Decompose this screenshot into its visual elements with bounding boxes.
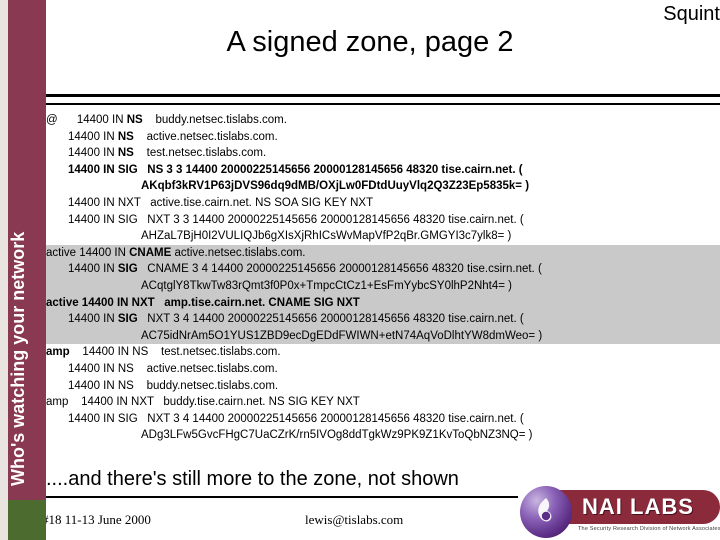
zone-record-line: 14400 IN NS test.netsec.tislabs.com. [38, 145, 720, 162]
logo-tagline: The Security Research Division of Networ… [578, 526, 720, 532]
zone-record-segment: AKqbf3kRV1P63jDVS96dq9dMB/OXjLw0FDtdUuyV… [141, 180, 530, 193]
zone-record-line: 14400 IN SIG NS 3 3 14400 20000225145656… [38, 162, 720, 179]
sidebar-vertical-title: Who's watching your network [8, 231, 28, 486]
zone-record-segment: 14400 IN SIG NS 3 3 14400 20000225145656… [68, 163, 523, 176]
zone-record-line: 14400 IN NS active.netsec.tislabs.com. [38, 361, 720, 378]
zone-record-line: ADg3LFw5GvcFHgC7UaCZrK/rn5IVOg8ddTgkWz9P… [38, 427, 720, 444]
zone-record-line: AC75idNrAm5O1YUS1ZBD9ecDgEDdFWIWN+etN74A… [38, 327, 720, 345]
zone-record-segment: buddy.netsec.tislabs.com. [142, 114, 287, 126]
zone-record-line: 14400 IN NXT active.tise.cairn.net. NS S… [38, 195, 720, 212]
bottom-left-accent-block [0, 500, 46, 540]
zone-record-line: active 14400 IN CNAME active.netsec.tisl… [38, 244, 720, 262]
zone-record-segment: NS [117, 130, 134, 143]
zone-record-line: amp 14400 IN NS test.netsec.tislabs.com. [38, 344, 720, 361]
title-divider [38, 94, 720, 105]
corner-annotation: Squint [663, 3, 720, 25]
zone-record-line: 14400 IN SIG NXT 3 3 14400 2000022514565… [38, 212, 720, 229]
logo-plate: NAI LABS [560, 490, 720, 524]
zone-record-segment: NXT 3 4 14400 20000225145656 20000128145… [137, 313, 524, 326]
zone-record-line: @ 14400 IN NS buddy.netsec.tislabs.com. [38, 112, 720, 129]
closing-note: ....and there's still more to the zone, … [46, 468, 459, 490]
zone-record-segment: 14400 IN [68, 147, 118, 160]
zone-record-segment: NS [117, 147, 134, 160]
zone-record-segment: 14400 IN [68, 263, 118, 276]
zone-record-segment: ADg3LFw5GvcFHgC7UaCZrK/rn5IVOg8ddTgkWz9P… [141, 429, 533, 442]
nai-labs-logo: NAI LABS The Security Research Division … [520, 486, 720, 538]
logo-flame-icon [538, 498, 552, 522]
zone-record-segment: NS [126, 114, 143, 126]
logo-wordmark: NAI LABS [582, 494, 694, 519]
zone-record-segment: active 14400 IN [46, 246, 130, 259]
zone-record-segment: AHZaL7BjH0I2VULIQJb6gXIsXjRhICsWvMapVfP2… [141, 230, 512, 243]
zone-record-line: amp 14400 IN NXT buddy.tise.cairn.net. N… [38, 394, 720, 411]
zone-record-segment: 14400 IN NS active.netsec.tislabs.com. [68, 362, 278, 375]
zone-record-segment: 14400 IN NS buddy.netsec.tislabs.com. [68, 379, 279, 392]
zone-record-segment: SIG [117, 313, 138, 326]
zone-record-segment: amp 14400 IN NXT buddy.tise.cairn.net. N… [46, 396, 360, 409]
zone-record-segment: 14400 IN NS test.netsec.tislabs.com. [69, 346, 281, 359]
footer-divider [38, 496, 518, 498]
zone-record-line: 14400 IN SIG NXT 3 4 14400 2000022514565… [38, 411, 720, 428]
logo-orb-icon [520, 486, 572, 538]
zone-record-segment: active.netsec.tislabs.com. [171, 246, 306, 259]
zone-record-segment: 14400 IN NXT active.tise.cairn.net. NS S… [68, 196, 374, 209]
zone-record-segment: active.netsec.tislabs.com. [133, 130, 278, 143]
footer-email: lewis@tislabs.com [305, 512, 404, 527]
zone-record-segment: 14400 IN SIG NXT 3 4 14400 2000022514565… [68, 412, 524, 425]
zone-file-listing: @ 14400 IN NS buddy.netsec.tislabs.com. 1… [38, 112, 720, 470]
zone-record-line: 14400 IN NS active.netsec.tislabs.com. [38, 129, 720, 146]
zone-record-line: ACqtglY8TkwTw83rQmt3f0P0x+TmpcCtCz1+EsFm… [38, 277, 720, 295]
zone-record-segment: 14400 IN SIG NXT 3 3 14400 2000022514565… [68, 213, 524, 226]
zone-record-line: 14400 IN SIG NXT 3 4 14400 2000022514565… [38, 311, 720, 328]
zone-record-segment: AC75idNrAm5O1YUS1ZBD9ecDgEDdFWIWN+etN74A… [141, 329, 543, 342]
zone-record-segment: amp [46, 346, 70, 359]
zone-record-segment: CNAME 3 4 14400 20000225145656 200001281… [137, 263, 542, 276]
zone-record-line: AKqbf3kRV1P63jDVS96dq9dMB/OXjLw0FDtdUuyV… [38, 178, 720, 195]
zone-record-segment: test.netsec.tislabs.com. [133, 147, 267, 160]
zone-record-segment: CNAME [129, 246, 172, 259]
zone-record-segment: @ 14400 IN [46, 114, 127, 126]
zone-record-line: 14400 IN SIG CNAME 3 4 14400 20000225145… [38, 261, 720, 278]
zone-record-line: active 14400 IN NXT amp.tise.cairn.net. … [38, 294, 720, 312]
footer-slide-number: #18 11-13 June 2000 [42, 512, 151, 527]
sidebar-band: Who's watching your network [0, 0, 46, 540]
zone-record-segment: 14400 IN [68, 130, 118, 143]
zone-record-segment: ACqtglY8TkwTw83rQmt3f0P0x+TmpcCtCz1+EsFm… [141, 279, 513, 292]
zone-record-line: AHZaL7BjH0I2VULIQJb6gXIsXjRhICsWvMapVfP2… [38, 228, 720, 245]
zone-record-segment: active 14400 IN NXT amp.tise.cairn.net. … [46, 296, 360, 309]
page-title: A signed zone, page 2 [226, 26, 514, 58]
bottom-left-stripe [0, 500, 8, 540]
zone-record-line: 14400 IN NS buddy.netsec.tislabs.com. [38, 378, 720, 395]
zone-record-segment: 14400 IN [68, 313, 118, 326]
zone-record-segment: SIG [117, 263, 138, 276]
